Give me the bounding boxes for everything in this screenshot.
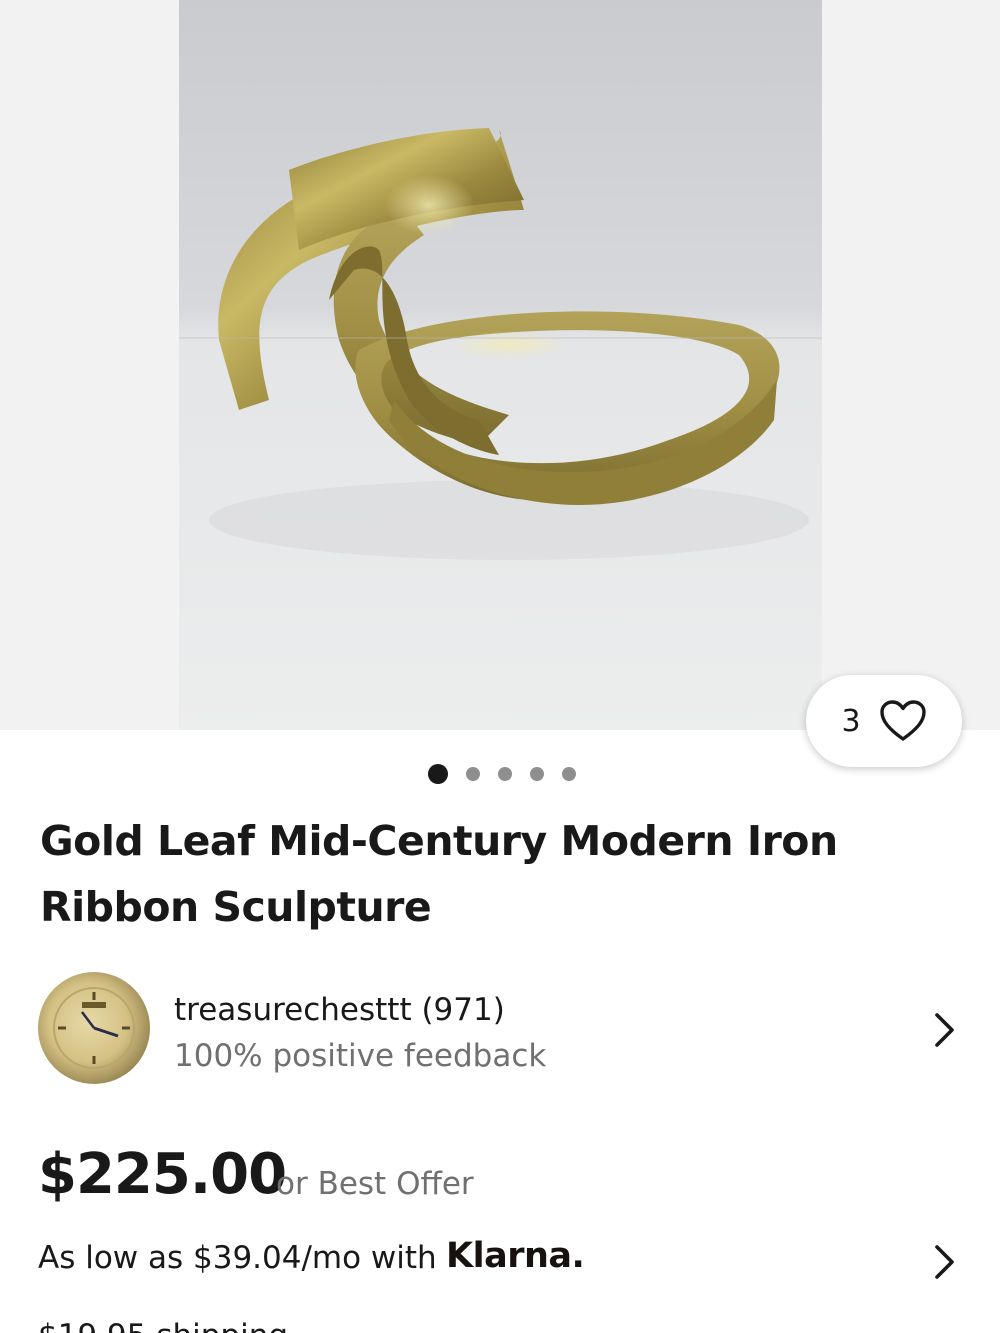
seller-name[interactable]: treasurechesttt (971)	[174, 992, 505, 1028]
chevron-right-icon[interactable]	[932, 1010, 958, 1050]
klarna-logo: Klarna.	[446, 1236, 585, 1276]
carousel-dot-1[interactable]	[428, 764, 448, 784]
carousel-dot-4[interactable]	[530, 767, 544, 781]
financing-text: As low as $39.04/mo with	[38, 1240, 437, 1276]
watch-dial-image	[53, 987, 135, 1069]
carousel-dot-5[interactable]	[562, 767, 576, 781]
price: $225.00	[38, 1142, 287, 1207]
shipping-cost: $19.95 shipping	[38, 1318, 288, 1333]
listing-title: Gold Leaf Mid-Century Modern Iron Ribbon…	[40, 817, 838, 931]
chevron-right-icon[interactable]	[932, 1242, 958, 1282]
carousel-dots	[428, 764, 576, 784]
best-offer-label: or Best Offer	[276, 1166, 474, 1202]
watch-button[interactable]: 3	[806, 675, 962, 767]
seller-info-row[interactable]: treasurechesttt (971) 100% positive feed…	[38, 972, 968, 1084]
product-photo[interactable]	[179, 0, 822, 730]
seller-avatar	[38, 972, 150, 1084]
carousel-dot-2[interactable]	[466, 767, 480, 781]
financing-row[interactable]: As low as $39.04/mo with Klarna.	[38, 1236, 968, 1286]
image-carousel[interactable]: 3	[0, 0, 1000, 767]
seller-feedback: 100% positive feedback	[174, 1038, 547, 1074]
carousel-dot-3[interactable]	[498, 767, 512, 781]
heart-icon	[879, 700, 926, 741]
watch-count: 3	[841, 703, 861, 739]
ribbon-sculpture-image	[179, 128, 822, 560]
